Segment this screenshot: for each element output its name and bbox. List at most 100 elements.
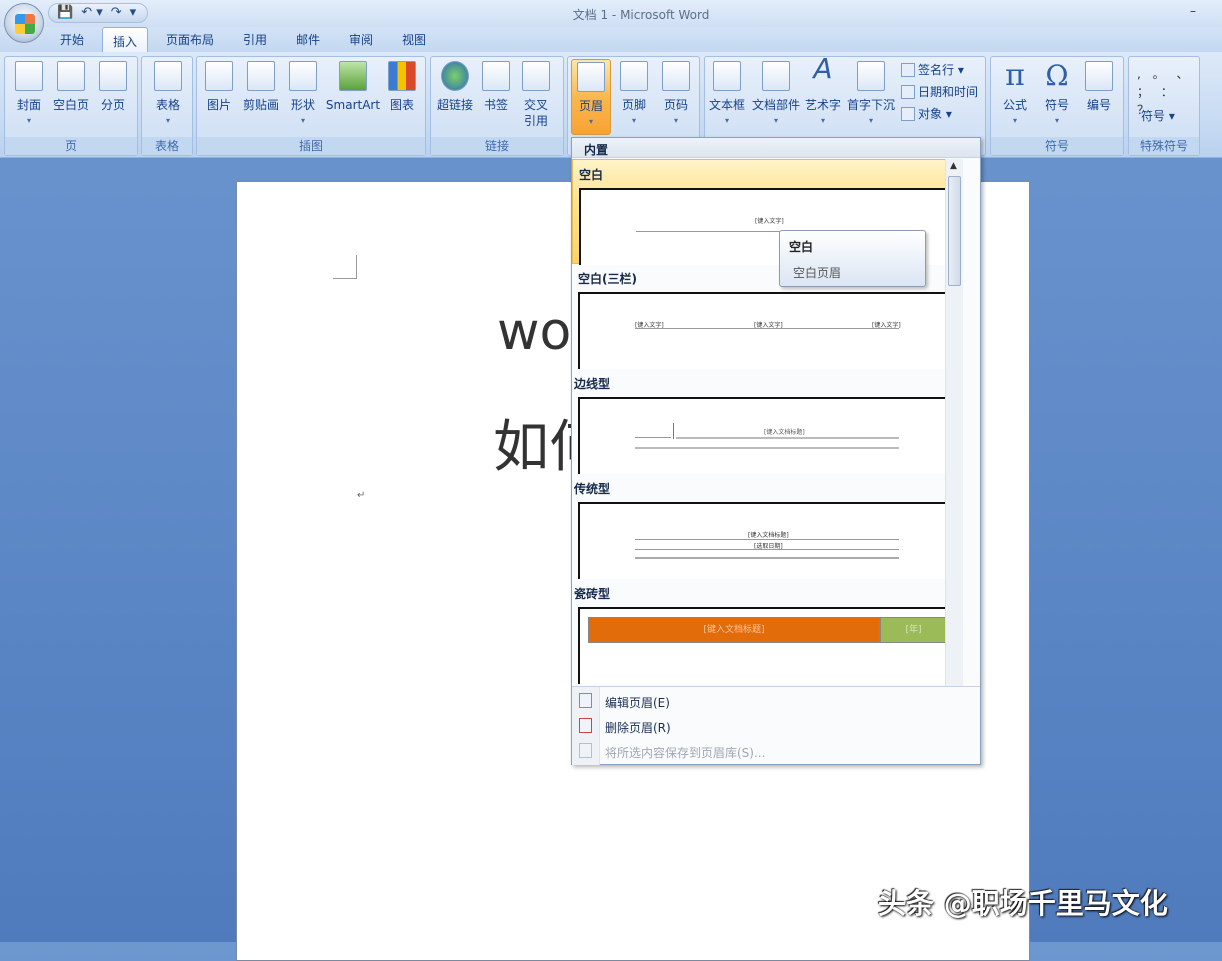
object-button[interactable]: 对象 ▾: [901, 105, 952, 122]
numbering-icon: [1085, 61, 1113, 91]
scrollbar-thumb[interactable]: [948, 176, 961, 286]
paragraph-mark: ↵: [357, 490, 365, 501]
group-tables: 表格▾ 表格: [141, 56, 193, 156]
page-break-icon: [99, 61, 127, 91]
page-number-button[interactable]: 页码▾: [658, 61, 694, 129]
group-pages: 封面▾ 空白页 分页 页: [4, 56, 138, 156]
office-button[interactable]: [4, 3, 44, 43]
footer-button[interactable]: 页脚▾: [616, 61, 652, 129]
gallery-scrollbar[interactable]: ▲ ▼: [945, 159, 963, 686]
calendar-icon: [901, 85, 915, 99]
wordart-icon: A: [809, 61, 837, 91]
quick-parts-button[interactable]: 文档部件▾: [751, 61, 801, 129]
tile-year: [年]: [880, 617, 947, 643]
title-bar: 文档 1 - Microsoft Word –: [0, 0, 1222, 27]
group-links: 超链接 书签 交叉引用 链接: [430, 56, 564, 156]
chart-icon: [388, 61, 416, 91]
picture-icon: [205, 61, 233, 91]
equation-button[interactable]: π公式▾: [995, 61, 1035, 129]
tab-references[interactable]: 引用: [243, 31, 267, 48]
smartart-button[interactable]: SmartArt: [325, 61, 381, 113]
blank-page-icon: [57, 61, 85, 91]
group-special-symbols: , 。 、 ； ： ？ 符号 ▾ 特殊符号: [1128, 56, 1200, 156]
group-label: 符号: [991, 137, 1123, 155]
tile-title: [键入文档标题]: [588, 617, 880, 643]
numbering-button[interactable]: 编号: [1081, 61, 1117, 113]
redo-icon[interactable]: ↷: [111, 5, 122, 21]
smartart-icon: [339, 61, 367, 91]
preview: [键入文字] [键入文字] [键入文字]: [578, 292, 956, 369]
special-symbol-button[interactable]: 符号 ▾: [1141, 107, 1175, 124]
globe-link-icon: [441, 61, 469, 91]
remove-header-item[interactable]: 删除页眉(R): [605, 719, 671, 736]
pi-icon: π: [1001, 61, 1029, 91]
clipart-icon: [247, 61, 275, 91]
gallery-item-tiles[interactable]: 瓷砖型 [键入文档标题] [年]: [572, 579, 963, 684]
tab-view[interactable]: 视图: [402, 31, 426, 48]
tooltip: 空白 空白页眉: [779, 230, 926, 287]
tab-page-layout[interactable]: 页面布局: [166, 31, 214, 48]
clipart-button[interactable]: 剪贴画: [241, 61, 281, 113]
preview: [键入文档标题] [年]: [578, 607, 956, 684]
group-label: 链接: [431, 137, 563, 155]
section-builtin: 内置: [572, 138, 980, 158]
office-logo-icon: [15, 14, 35, 34]
textbox-icon: [713, 61, 741, 91]
cross-reference-button[interactable]: 交叉引用: [521, 61, 551, 129]
bookmark-icon: [482, 61, 510, 91]
save-icon[interactable]: 💾: [57, 5, 73, 21]
cross-reference-icon: [522, 61, 550, 91]
picture-button[interactable]: 图片: [203, 61, 235, 113]
document-text-line: wo: [497, 302, 571, 362]
table-icon: [154, 61, 182, 91]
date-time-button[interactable]: 日期和时间: [901, 83, 978, 100]
tab-insert[interactable]: 插入: [102, 27, 148, 54]
group-label: 插图: [197, 137, 425, 155]
hyperlink-button[interactable]: 超链接: [433, 61, 477, 113]
drop-cap-icon: [857, 61, 885, 91]
cover-icon: [15, 61, 43, 91]
header-icon: [577, 62, 605, 92]
bookmark-button[interactable]: 书签: [481, 61, 511, 113]
table-button[interactable]: 表格▾: [150, 61, 186, 129]
minimize-button[interactable]: –: [1190, 4, 1196, 18]
gallery-item-sideline[interactable]: 边线型 [键入文档标题]: [572, 369, 963, 474]
drop-cap-button[interactable]: 首字下沉▾: [845, 61, 897, 129]
preview: [键入文档标题] [选取日期]: [578, 502, 956, 579]
edit-header-icon: [579, 693, 592, 708]
object-icon: [901, 107, 915, 121]
ribbon-tabs: 开始 插入 页面布局 引用 邮件 审阅 视图: [0, 27, 1222, 53]
margin-corner-mark: [333, 255, 357, 279]
save-selection-to-gallery-item: 将所选内容保存到页眉库(S)...: [605, 744, 765, 761]
scroll-up-icon[interactable]: ▲: [950, 161, 957, 171]
signature-icon: [901, 63, 915, 77]
blank-page-button[interactable]: 空白页: [51, 61, 91, 113]
customize-qat-icon[interactable]: ▾: [130, 5, 137, 21]
undo-icon[interactable]: ↶ ▾: [81, 5, 103, 21]
header-button[interactable]: 页眉▾: [571, 59, 611, 135]
save-to-gallery-icon: [579, 743, 592, 758]
tab-review[interactable]: 审阅: [349, 31, 373, 48]
tab-home[interactable]: 开始: [60, 31, 84, 48]
textbox-button[interactable]: 文本框▾: [707, 61, 747, 129]
shapes-button[interactable]: 形状▾: [287, 61, 319, 129]
group-symbols: π公式▾ Ω符号▾ 编号 符号: [990, 56, 1124, 156]
group-label: 特殊符号: [1129, 137, 1199, 155]
edit-header-item[interactable]: 编辑页眉(E): [605, 694, 670, 711]
group-illustrations: 图片 剪贴画 形状▾ SmartArt 图表 插图: [196, 56, 426, 156]
shapes-icon: [289, 61, 317, 91]
page-break-button[interactable]: 分页: [97, 61, 129, 113]
cover-button[interactable]: 封面▾: [11, 61, 47, 129]
group-label: 页: [5, 137, 137, 155]
signature-line-button[interactable]: 签名行 ▾: [901, 61, 964, 78]
tab-mailings[interactable]: 邮件: [296, 31, 320, 48]
footer-icon: [620, 61, 648, 91]
omega-icon: Ω: [1043, 61, 1071, 91]
group-label: 表格: [142, 137, 192, 155]
window-title: 文档 1 - Microsoft Word: [0, 6, 1222, 23]
chart-button[interactable]: 图表: [385, 61, 419, 113]
wordart-button[interactable]: A艺术字▾: [803, 61, 843, 129]
symbol-button[interactable]: Ω符号▾: [1037, 61, 1077, 129]
header-menu: 编辑页眉(E) 删除页眉(R) 将所选内容保存到页眉库(S)...: [572, 686, 980, 764]
gallery-item-traditional[interactable]: 传统型 [键入文档标题] [选取日期]: [572, 474, 963, 579]
